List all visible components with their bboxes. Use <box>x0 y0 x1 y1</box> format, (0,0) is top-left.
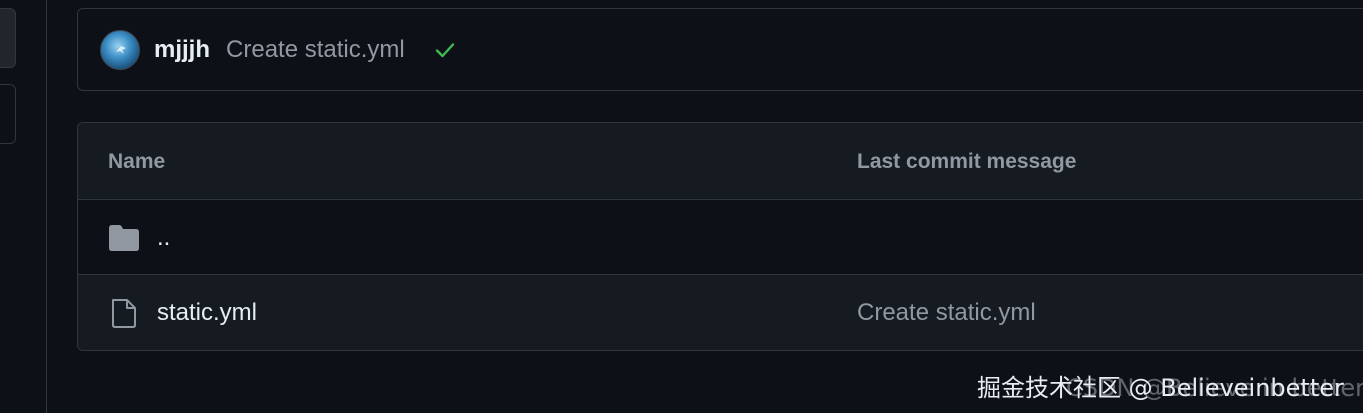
latest-commit-bar: mjjjh Create static.yml <box>77 8 1363 91</box>
folder-icon <box>109 225 139 251</box>
file-name-link[interactable]: static.yml <box>157 299 257 327</box>
column-header-last-commit-message: Last commit message <box>857 150 1077 173</box>
file-icon <box>112 299 136 328</box>
table-header: Name Last commit message <box>78 123 1363 200</box>
table-row-file[interactable]: static.yml Create static.yml <box>78 275 1363 350</box>
parent-directory-link[interactable]: .. <box>157 224 170 252</box>
column-header-name: Name <box>108 150 166 173</box>
sidebar-secondary-button[interactable] <box>0 84 16 144</box>
page: mjjjh Create static.yml Name Last commit… <box>0 0 1363 413</box>
file-table: Name Last commit message .. static.yml C… <box>77 122 1363 351</box>
avatar[interactable] <box>100 29 140 70</box>
table-row-parent-directory[interactable]: .. <box>78 200 1363 275</box>
left-rail <box>0 0 47 413</box>
commit-message-link[interactable]: Create static.yml <box>226 36 405 64</box>
row-commit-message-link[interactable]: Create static.yml <box>857 299 1036 327</box>
commit-author-link[interactable]: mjjjh <box>154 36 210 64</box>
sidebar-toggle-button[interactable] <box>0 8 16 68</box>
avatar-bird-icon <box>116 45 126 54</box>
check-icon[interactable] <box>433 38 457 62</box>
watermark-text: 掘金技术社区 @ Believeinbetter <box>977 374 1344 402</box>
